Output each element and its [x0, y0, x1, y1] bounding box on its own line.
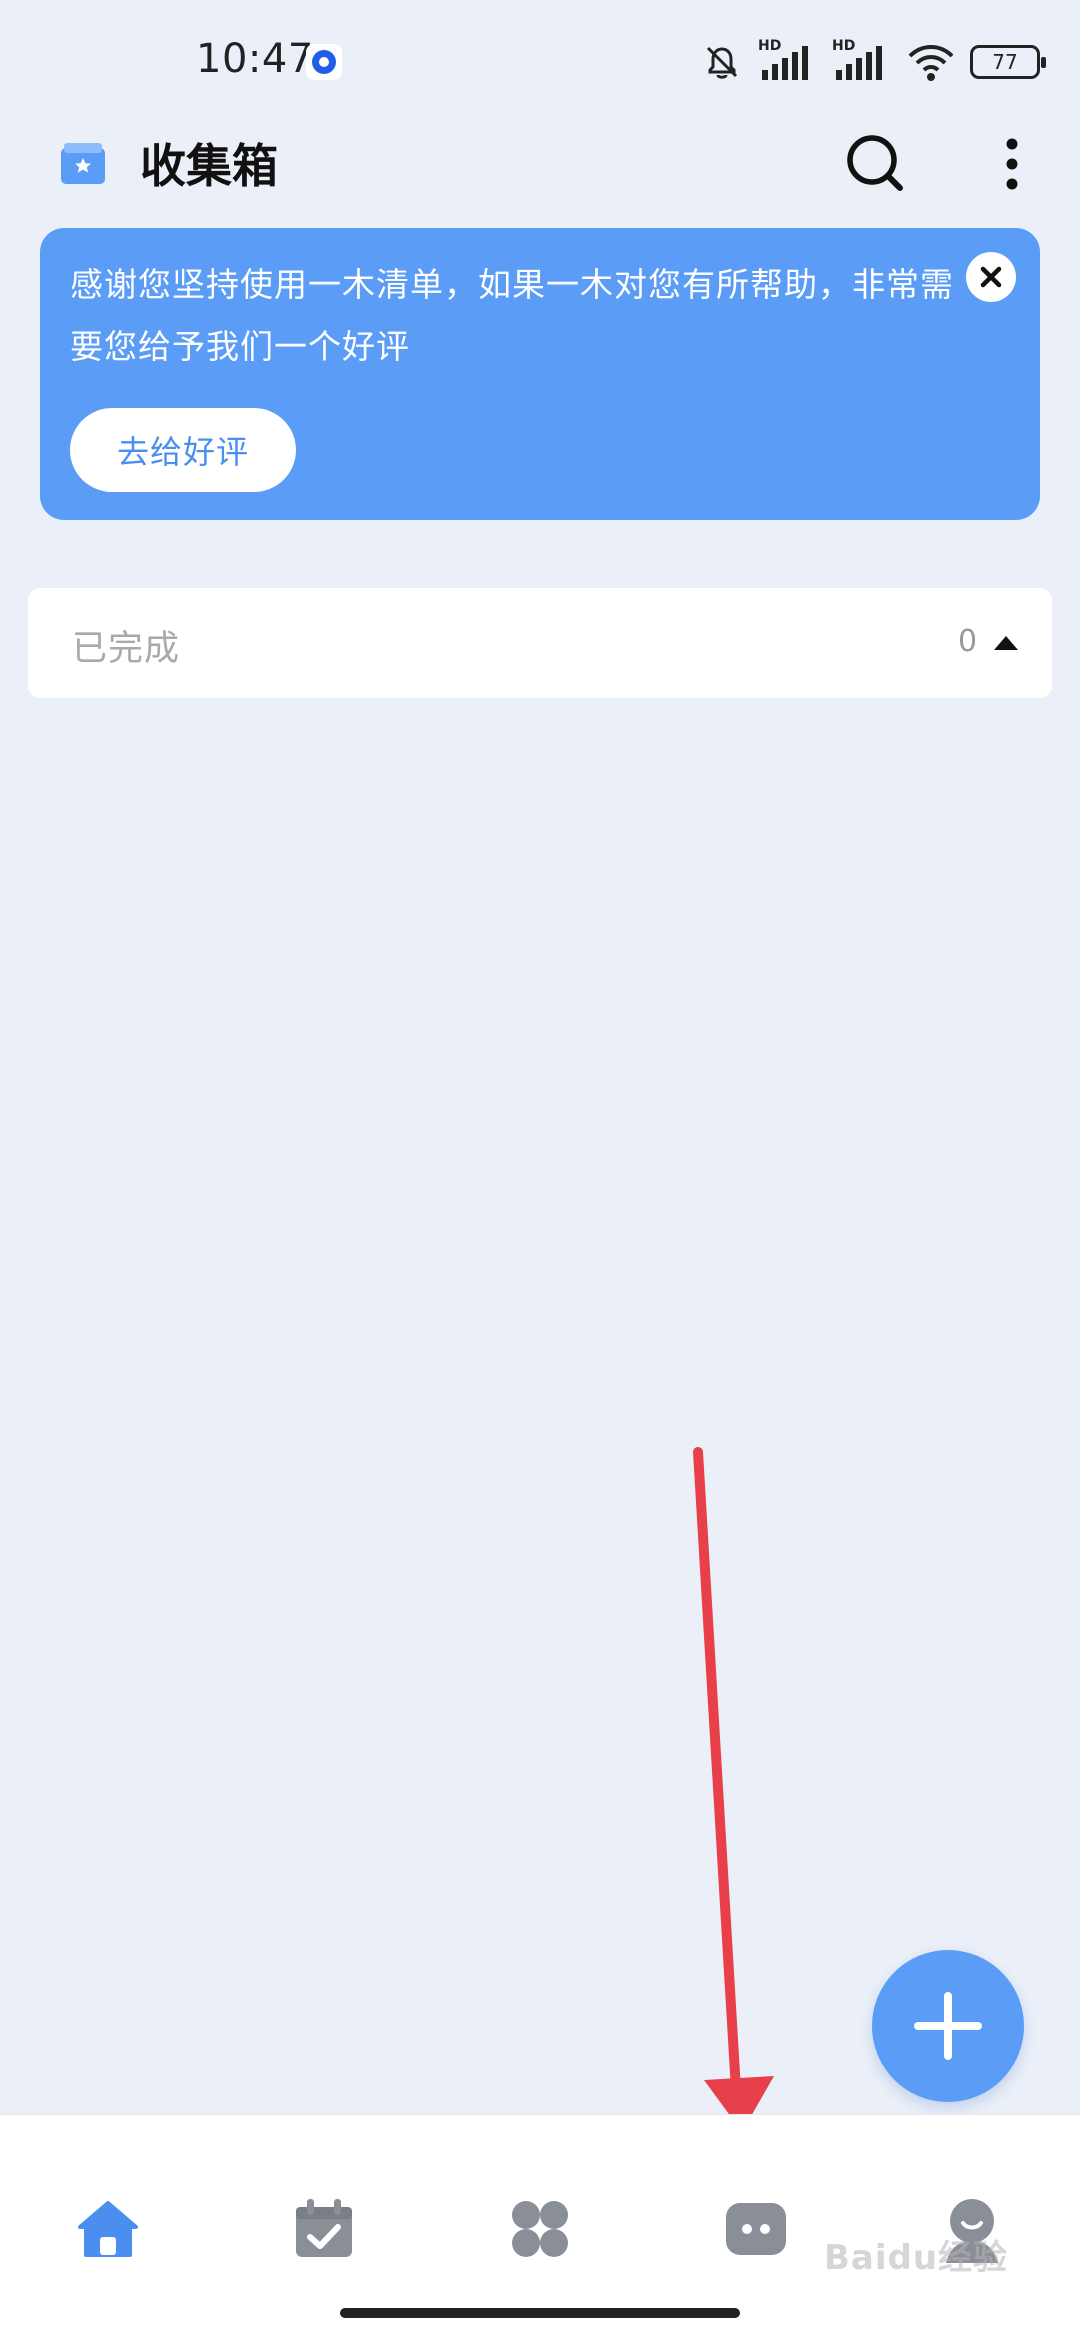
close-icon	[980, 266, 1002, 288]
signal-2-icon: HD	[832, 38, 892, 84]
nav-home[interactable]	[72, 2193, 144, 2265]
battery-level: 77	[992, 50, 1018, 74]
signal-1-label: HD	[758, 38, 782, 54]
mute-bell-icon	[706, 46, 738, 79]
search-icon	[847, 135, 903, 191]
app-screen: 10:47 HD HD 77 收集箱 感谢您坚持使用一木清单，如果一木对您有所帮…	[0, 0, 1080, 2340]
rating-banner: 感谢您坚持使用一木清单，如果一木对您有所帮助，非常需要您给予我们一个好评 去给好…	[40, 228, 1040, 520]
home-icon	[78, 2201, 138, 2257]
watermark: Baidu经验	[824, 2238, 1009, 2278]
notification-app-icon	[306, 44, 342, 80]
status-bar: 10:47 HD HD 77	[0, 0, 1080, 120]
more-options-button[interactable]	[990, 132, 1034, 196]
add-task-button[interactable]	[872, 1950, 1024, 2102]
more-vertical-icon	[1006, 138, 1018, 190]
nav-calendar[interactable]	[288, 2193, 360, 2265]
apps-grid-icon	[512, 2201, 568, 2257]
completed-section-header[interactable]: 已完成 0	[28, 588, 1052, 698]
nav-chat[interactable]	[720, 2193, 792, 2265]
signal-1-icon: HD	[758, 38, 818, 84]
nav-apps[interactable]	[504, 2193, 576, 2265]
status-icons: HD HD 77	[700, 38, 1046, 86]
completed-label: 已完成	[72, 629, 181, 669]
bottom-navigation	[0, 2114, 1080, 2340]
completed-count: 0	[958, 624, 978, 659]
wifi-icon	[908, 45, 954, 81]
signal-2-label: HD	[832, 38, 856, 54]
home-indicator[interactable]	[340, 2308, 740, 2318]
page-title: 收集箱	[140, 139, 278, 193]
search-button[interactable]	[838, 126, 912, 200]
status-time: 10:47	[196, 36, 314, 82]
inbox-box-icon	[58, 138, 108, 188]
caret-up-icon	[994, 636, 1018, 650]
banner-message: 感谢您坚持使用一木清单，如果一木对您有所帮助，非常需要您给予我们一个好评	[70, 265, 954, 366]
app-bar: 收集箱	[0, 120, 1080, 240]
plus-icon	[914, 1992, 982, 2060]
rate-button[interactable]: 去给好评	[70, 408, 296, 492]
calendar-check-icon	[296, 2199, 352, 2257]
battery-icon: 77	[970, 45, 1046, 79]
banner-close-button[interactable]	[966, 252, 1016, 302]
chat-bubble-icon	[726, 2203, 786, 2255]
